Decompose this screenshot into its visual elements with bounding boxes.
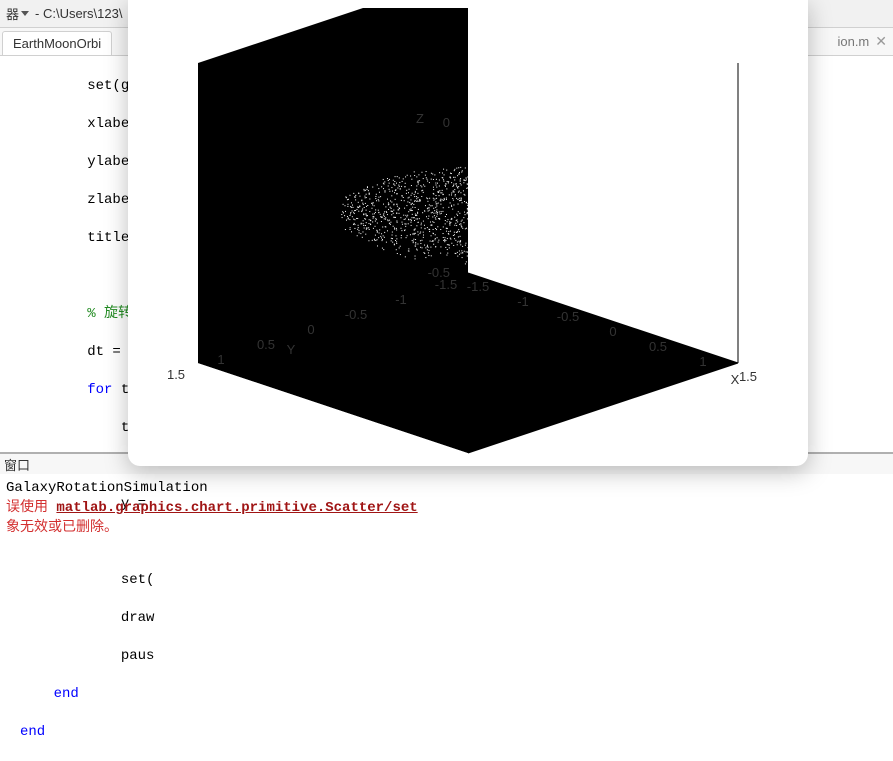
scatter3d-plot: -1.5-1-0.500.511.5-1.5-1-0.500.511.5-0.5… [168, 8, 788, 456]
svg-text:1: 1 [699, 354, 706, 369]
tab-earthmoon[interactable]: EarthMoonOrbi [2, 31, 112, 55]
cmd-output-line: GalaxyRotationSimulation [6, 478, 887, 498]
svg-text:X: X [731, 372, 740, 387]
svg-text:1: 1 [217, 352, 224, 367]
code-line: paus [20, 647, 893, 666]
svg-text:-1: -1 [395, 292, 407, 307]
title-path: - C:\Users\123\ [35, 6, 122, 21]
close-icon[interactable]: ✕ [875, 33, 887, 50]
cmd-error-line: 象无效或已删除。 [6, 518, 887, 538]
error-link[interactable]: matlab.graphics.chart.primitive.Scatter/… [56, 500, 417, 516]
svg-text:-0.5: -0.5 [557, 309, 579, 324]
dropdown-icon[interactable] [21, 11, 29, 16]
cmd-error-line: 误使用 matlab.graphics.chart.primitive.Scat… [6, 498, 887, 518]
code-line: end [20, 723, 893, 742]
svg-text:-1: -1 [517, 294, 529, 309]
svg-text:0: 0 [307, 322, 314, 337]
svg-text:-0.5: -0.5 [428, 265, 450, 280]
panel-title: 窗口 [4, 455, 30, 474]
figure-window[interactable]: -1.5-1-0.500.511.5-1.5-1-0.500.511.5-0.5… [128, 0, 808, 466]
svg-text:Y: Y [287, 342, 296, 357]
code-line: draw [20, 609, 893, 628]
svg-text:-0.5: -0.5 [345, 307, 367, 322]
code-line: end [20, 685, 893, 704]
title-fragment: 器 [6, 4, 19, 23]
code-line: set( [20, 571, 893, 590]
tab-fragment-right: ion.m [837, 34, 869, 49]
svg-text:1.5: 1.5 [739, 369, 757, 384]
figure-axes[interactable]: -1.5-1-0.500.511.5-1.5-1-0.500.511.5-0.5… [168, 8, 788, 456]
svg-text:0: 0 [609, 324, 616, 339]
svg-text:1.5: 1.5 [168, 367, 185, 382]
svg-text:0.5: 0.5 [649, 339, 667, 354]
svg-text:0.5: 0.5 [257, 337, 275, 352]
svg-text:0: 0 [443, 115, 450, 130]
svg-text:Z: Z [416, 111, 424, 126]
tab-label: EarthMoonOrbi [13, 36, 101, 51]
command-window[interactable]: GalaxyRotationSimulation 误使用 matlab.grap… [0, 474, 893, 538]
svg-text:-1.5: -1.5 [467, 279, 489, 294]
